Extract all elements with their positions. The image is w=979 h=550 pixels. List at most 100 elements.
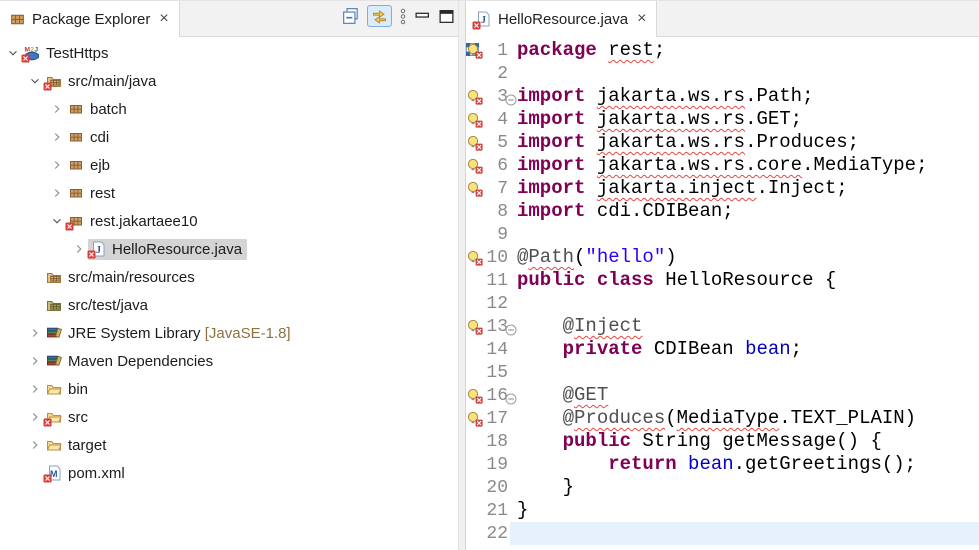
- tree-item-body[interactable]: cdi: [66, 127, 114, 148]
- code-line-6[interactable]: 6import jakarta.ws.rs.core.MediaType;: [466, 154, 979, 177]
- code-line-text[interactable]: import jakarta.ws.rs.Path;: [510, 85, 979, 108]
- code-line-4[interactable]: 4import jakarta.ws.rs.GET;: [466, 108, 979, 131]
- code-line-text[interactable]: import jakarta.ws.rs.core.MediaType;: [510, 154, 979, 177]
- code-line-7[interactable]: 7import jakarta.inject.Inject;: [466, 177, 979, 200]
- view-menu-icon[interactable]: [399, 8, 407, 25]
- tree-item-body[interactable]: JRE System Library [JavaSE-1.8]: [44, 323, 296, 344]
- code-line-text[interactable]: import cdi.CDIBean;: [510, 200, 979, 223]
- code-line-10[interactable]: 10@Path("hello"): [466, 246, 979, 269]
- tree-item-pom-xml[interactable]: Mpom.xml: [0, 459, 458, 487]
- code-line-text[interactable]: import jakarta.ws.rs.Produces;: [510, 131, 979, 154]
- code-line-21[interactable]: 21}: [466, 499, 979, 522]
- chevron-collapsed-icon[interactable]: [48, 184, 66, 202]
- close-icon[interactable]: ×: [637, 11, 646, 27]
- code-line-text[interactable]: [510, 292, 979, 315]
- tree-item-body[interactable]: bin: [44, 379, 93, 400]
- code-line-19[interactable]: 19 return bean.getGreetings();: [466, 453, 979, 476]
- link-with-editor-icon[interactable]: [367, 5, 392, 27]
- collapse-all-icon[interactable]: [342, 7, 360, 25]
- tree-item-testhttps[interactable]: M2JTestHttps: [0, 39, 458, 67]
- tree-item-src-test-java[interactable]: src/test/java: [0, 291, 458, 319]
- tree-item-bin[interactable]: bin: [0, 375, 458, 403]
- tree-item-body[interactable]: src/main/java: [44, 71, 161, 92]
- tree-item-batch[interactable]: batch: [0, 95, 458, 123]
- tree-item-body[interactable]: target: [44, 435, 111, 456]
- tree-item-target[interactable]: target: [0, 431, 458, 459]
- tree-item-body[interactable]: rest.jakartaee10: [66, 211, 203, 232]
- code-line-3[interactable]: 3import jakarta.ws.rs.Path;: [466, 85, 979, 108]
- code-line-text[interactable]: import jakarta.inject.Inject;: [510, 177, 979, 200]
- chevron-collapsed-icon[interactable]: [48, 100, 66, 118]
- code-line-text[interactable]: private CDIBean bean;: [510, 338, 979, 361]
- chevron-collapsed-icon[interactable]: [48, 128, 66, 146]
- minimize-icon[interactable]: [414, 8, 431, 25]
- tree-item-body[interactable]: src: [44, 407, 93, 428]
- code-line-5[interactable]: 5import jakarta.ws.rs.Produces;: [466, 131, 979, 154]
- chevron-collapsed-icon[interactable]: [70, 240, 88, 258]
- chevron-expanded-icon[interactable]: [4, 44, 22, 62]
- code-line-text[interactable]: @GET: [510, 384, 979, 407]
- code-line-22[interactable]: 22: [466, 522, 979, 545]
- annotation-column: [466, 315, 483, 338]
- tree-item-rest-jakartaee10[interactable]: rest.jakartaee10: [0, 207, 458, 235]
- code-line-12[interactable]: 12: [466, 292, 979, 315]
- code-editor[interactable]: 1package rest;23import jakarta.ws.rs.Pat…: [466, 37, 979, 550]
- code-line-11[interactable]: 11public class HelloResource {: [466, 269, 979, 292]
- code-line-text[interactable]: [510, 223, 979, 246]
- tree-item-src[interactable]: src: [0, 403, 458, 431]
- code-line-18[interactable]: 18 public String getMessage() {: [466, 430, 979, 453]
- tree-item-src-main-java[interactable]: src/main/java: [0, 67, 458, 95]
- tree-item-body[interactable]: src/main/resources: [44, 267, 200, 288]
- tab-package-explorer[interactable]: Package Explorer ×: [0, 1, 180, 37]
- chevron-collapsed-icon[interactable]: [26, 324, 44, 342]
- tree-item-body[interactable]: Maven Dependencies: [44, 351, 218, 372]
- code-line-text[interactable]: [510, 522, 979, 545]
- tree-item-rest[interactable]: rest: [0, 179, 458, 207]
- chevron-collapsed-icon[interactable]: [26, 408, 44, 426]
- code-line-text[interactable]: [510, 62, 979, 85]
- code-line-text[interactable]: public String getMessage() {: [510, 430, 979, 453]
- code-line-9[interactable]: 9: [466, 223, 979, 246]
- tree-item-maven-dependencies[interactable]: Maven Dependencies: [0, 347, 458, 375]
- tree-item-cdi[interactable]: cdi: [0, 123, 458, 151]
- tree-item-helloresource-java[interactable]: JHelloResource.java: [0, 235, 458, 263]
- code-line-17[interactable]: 17 @Produces(MediaType.TEXT_PLAIN): [466, 407, 979, 430]
- chevron-expanded-icon[interactable]: [48, 212, 66, 230]
- code-line-text[interactable]: [510, 361, 979, 384]
- code-line-text[interactable]: }: [510, 476, 979, 499]
- tab-helloresource-java[interactable]: J HelloResource.java ×: [466, 1, 657, 37]
- tree-item-body[interactable]: batch: [66, 99, 132, 120]
- close-icon[interactable]: ×: [159, 11, 168, 27]
- tree-item-body[interactable]: src/test/java: [44, 295, 153, 316]
- code-line-20[interactable]: 20 }: [466, 476, 979, 499]
- code-line-14[interactable]: 14 private CDIBean bean;: [466, 338, 979, 361]
- tree-item-ejb[interactable]: ejb: [0, 151, 458, 179]
- tree-item-body[interactable]: ejb: [66, 155, 115, 176]
- chevron-collapsed-icon[interactable]: [26, 436, 44, 454]
- tree-item-src-main-resources[interactable]: src/main/resources: [0, 263, 458, 291]
- code-line-text[interactable]: @Produces(MediaType.TEXT_PLAIN): [510, 407, 979, 430]
- tree-selection[interactable]: JHelloResource.java: [88, 239, 247, 260]
- tree-item-body[interactable]: Mpom.xml: [44, 463, 130, 484]
- code-line-text[interactable]: @Path("hello"): [510, 246, 979, 269]
- chevron-collapsed-icon[interactable]: [26, 380, 44, 398]
- chevron-collapsed-icon[interactable]: [48, 156, 66, 174]
- tree-item-jre-system-library[interactable]: JRE System Library [JavaSE-1.8]: [0, 319, 458, 347]
- chevron-collapsed-icon[interactable]: [26, 352, 44, 370]
- code-line-16[interactable]: 16 @GET: [466, 384, 979, 407]
- tree-item-body[interactable]: rest: [66, 183, 120, 204]
- code-line-text[interactable]: }: [510, 499, 979, 522]
- code-line-text[interactable]: return bean.getGreetings();: [510, 453, 979, 476]
- code-line-text[interactable]: public class HelloResource {: [510, 269, 979, 292]
- code-line-8[interactable]: 8import cdi.CDIBean;: [466, 200, 979, 223]
- code-line-text[interactable]: import jakarta.ws.rs.GET;: [510, 108, 979, 131]
- code-line-15[interactable]: 15: [466, 361, 979, 384]
- code-line-2[interactable]: 2: [466, 62, 979, 85]
- code-line-13[interactable]: 13 @Inject: [466, 315, 979, 338]
- maximize-icon[interactable]: [438, 8, 455, 25]
- tree-item-body[interactable]: M2JTestHttps: [22, 43, 114, 64]
- code-line-text[interactable]: @Inject: [510, 315, 979, 338]
- code-line-text[interactable]: package rest;: [510, 39, 979, 62]
- code-line-1[interactable]: 1package rest;: [466, 39, 979, 62]
- chevron-expanded-icon[interactable]: [26, 72, 44, 90]
